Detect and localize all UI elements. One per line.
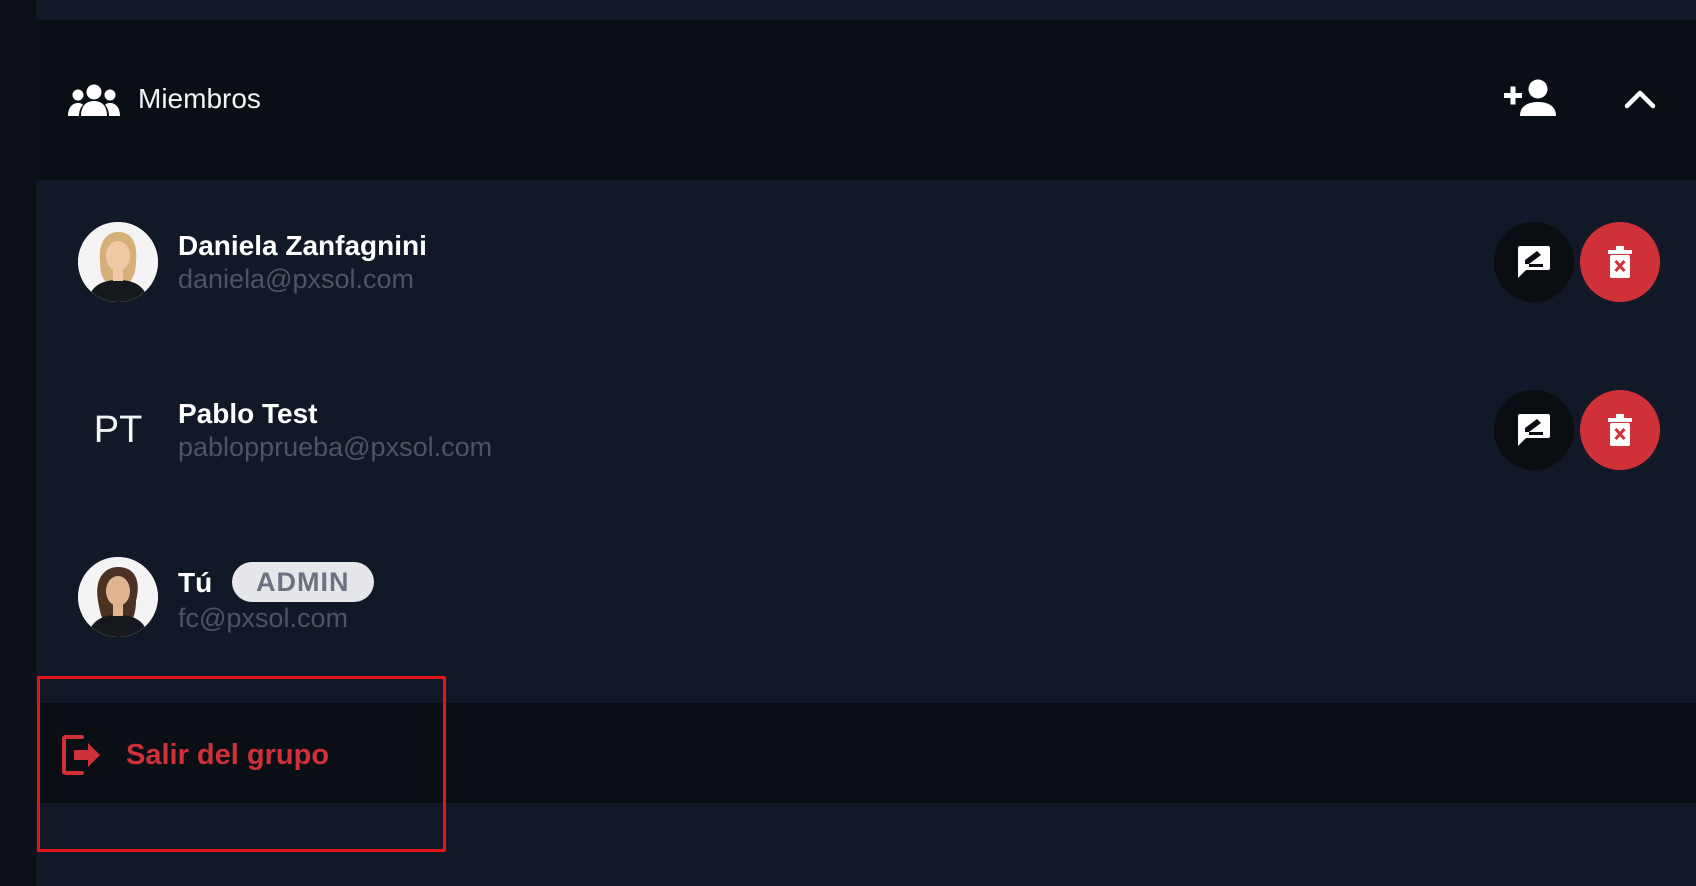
member-email: pablopprueba@pxsol.com <box>178 432 493 462</box>
highlight-box <box>37 676 446 852</box>
member-name: Pablo Test <box>178 398 318 429</box>
avatar-initials: PT <box>93 408 143 451</box>
members-title: Miembros <box>138 83 261 114</box>
member-email: fc@pxsol.com <box>178 603 348 633</box>
member-name: Daniela Zanfagnini <box>178 230 427 261</box>
trash-icon <box>1608 414 1632 446</box>
trash-icon <box>1608 246 1632 278</box>
message-edit-icon <box>1518 414 1550 446</box>
message-button[interactable] <box>1494 390 1574 470</box>
member-row-self: Tú ADMIN fc@pxsol.com <box>36 515 1696 685</box>
role-badge: ADMIN <box>232 562 374 602</box>
member-name: Tú <box>178 567 213 598</box>
top-strip <box>36 0 1696 20</box>
avatar <box>78 222 158 302</box>
member-email: daniela@pxsol.com <box>178 264 415 294</box>
group-icon <box>68 84 120 116</box>
delete-button[interactable] <box>1580 390 1660 470</box>
member-row: PT Pablo Test pablopprueba@pxsol.com <box>36 348 1696 517</box>
message-edit-icon <box>1518 246 1550 278</box>
left-rail <box>0 0 36 886</box>
add-member-icon[interactable] <box>1504 78 1556 118</box>
message-button[interactable] <box>1494 222 1574 302</box>
member-row: Daniela Zanfagnini daniela@pxsol.com <box>36 180 1696 349</box>
delete-button[interactable] <box>1580 222 1660 302</box>
avatar <box>78 557 158 637</box>
chevron-up-icon[interactable] <box>1623 82 1657 116</box>
members-header: Miembros <box>36 20 1696 180</box>
